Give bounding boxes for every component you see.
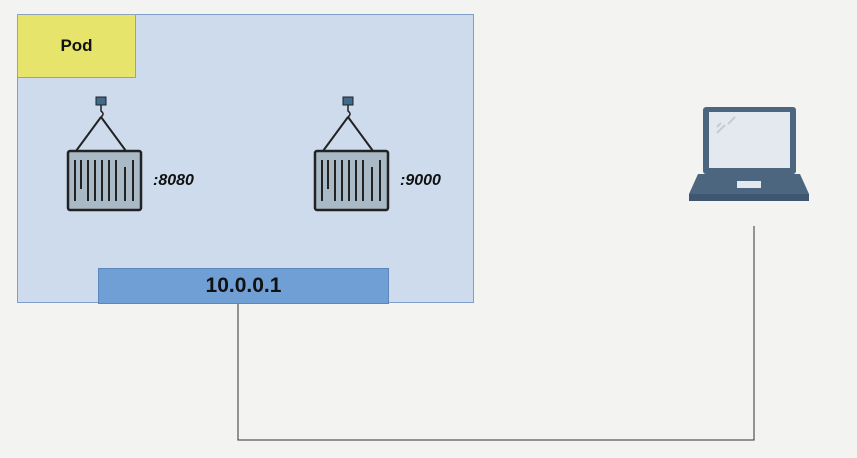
diagram-graphics: [66, 95, 809, 441]
pod-ip-address: 10.0.0.1: [98, 268, 389, 304]
container-port-label: :9000: [400, 172, 441, 189]
laptop-icon: [689, 107, 809, 201]
container-icon-2: [313, 95, 390, 212]
container-port-label: :8080: [153, 172, 194, 189]
container-icon-1: [66, 95, 143, 212]
network-link: [237, 226, 755, 441]
